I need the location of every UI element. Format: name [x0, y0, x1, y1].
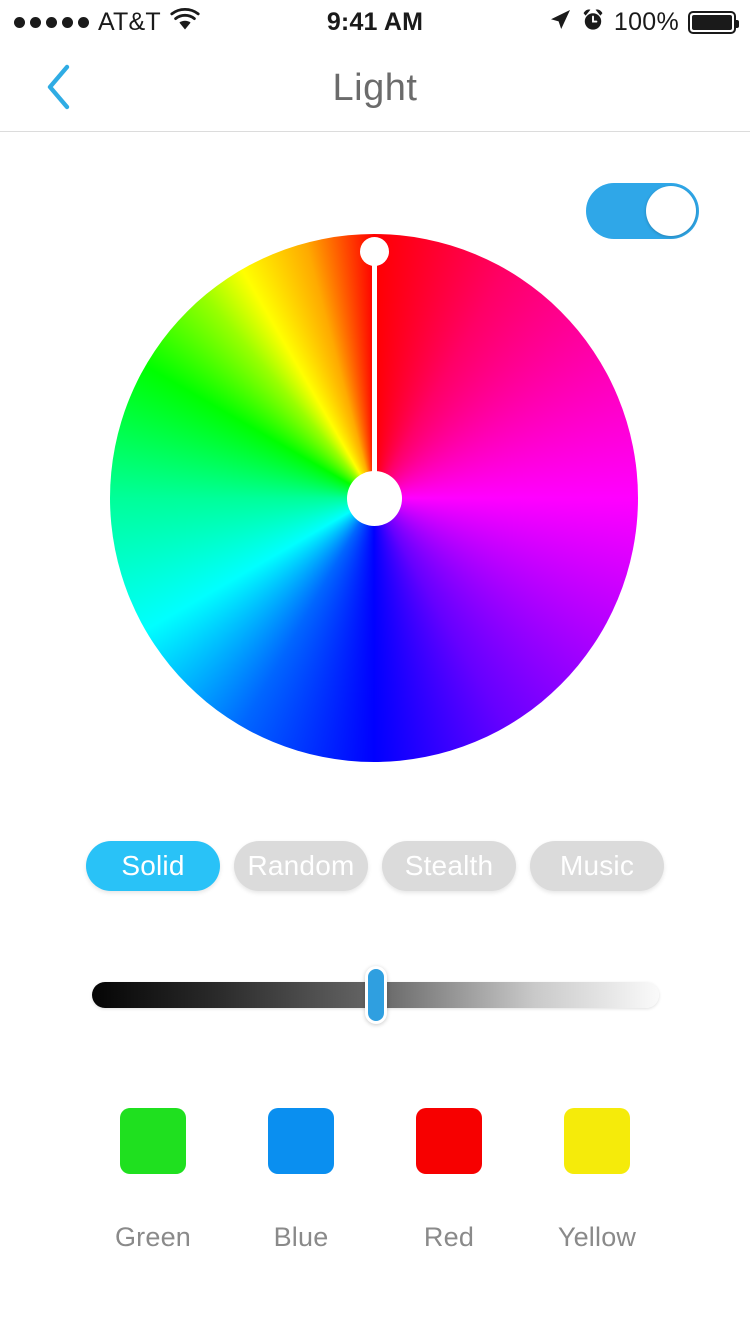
swatch-color-chip[interactable]: [564, 1108, 630, 1174]
color-wheel[interactable]: [110, 234, 638, 762]
toggle-knob: [646, 186, 696, 236]
swatch-label: Red: [423, 1222, 475, 1252]
mode-button-stealth[interactable]: Stealth: [382, 841, 516, 891]
preset-swatch-red[interactable]: Red: [382, 1108, 516, 1253]
swatch-color-chip[interactable]: [268, 1108, 334, 1174]
preset-swatch-blue[interactable]: Blue: [234, 1108, 368, 1253]
status-bar-right: 100%: [423, 7, 739, 37]
brightness-slider[interactable]: [92, 966, 659, 1024]
carrier-label: AT&T: [98, 7, 161, 36]
status-bar: AT&T 9:41 AM 100%: [0, 0, 750, 44]
battery-icon: [688, 10, 739, 34]
wifi-icon: [170, 8, 200, 36]
battery-percent-label: 100%: [613, 7, 679, 36]
power-toggle[interactable]: [586, 183, 699, 239]
status-bar-left: AT&T: [14, 8, 327, 37]
hue-selector-handle[interactable]: [360, 237, 389, 266]
preset-swatch-green[interactable]: Green: [86, 1108, 220, 1253]
location-arrow-icon: [548, 8, 572, 37]
swatch-label: Yellow: [557, 1222, 637, 1252]
hue-selector-line: [372, 240, 377, 498]
saturation-center-handle[interactable]: [347, 471, 402, 526]
swatch-color-chip[interactable]: [120, 1108, 186, 1174]
swatch-label: Blue: [273, 1222, 329, 1252]
alarm-clock-icon: [581, 8, 605, 37]
status-bar-time: 9:41 AM: [326, 7, 424, 36]
swatch-label: Green: [114, 1222, 192, 1252]
signal-strength-icon: [14, 16, 89, 28]
mode-button-label: Random: [247, 850, 355, 881]
mode-button-label: Solid: [121, 850, 185, 881]
page-title: Light: [332, 66, 418, 109]
preset-swatch-yellow[interactable]: Yellow: [530, 1108, 664, 1253]
mode-button-solid[interactable]: Solid: [86, 841, 220, 891]
nav-bar: Light: [0, 44, 750, 132]
mode-button-label: Stealth: [404, 850, 494, 881]
preset-color-list: Green Blue Red Yellow: [86, 1108, 664, 1253]
back-button[interactable]: [24, 44, 94, 132]
mode-button-group: Solid Random Stealth Music: [86, 841, 664, 891]
mode-button-music[interactable]: Music: [530, 841, 664, 891]
swatch-color-chip[interactable]: [416, 1108, 482, 1174]
mode-button-label: Music: [559, 850, 635, 881]
mode-button-random[interactable]: Random: [234, 841, 368, 891]
brightness-thumb[interactable]: [364, 966, 387, 1024]
chevron-left-icon: [45, 64, 73, 113]
